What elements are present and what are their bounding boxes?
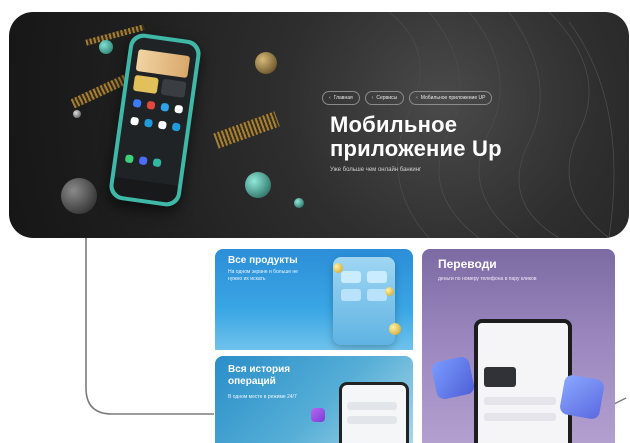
breadcrumb: ‹ Главная ‹ Сервисы ‹ Мобильное приложение … bbox=[322, 91, 493, 105]
transfer-card-tile bbox=[484, 367, 516, 387]
phone-app-icon bbox=[171, 122, 181, 132]
page-title: Мобильное приложение Up bbox=[330, 113, 610, 161]
product-tile bbox=[367, 289, 387, 301]
phone-app-icon bbox=[160, 102, 170, 112]
contact-badge bbox=[430, 355, 476, 401]
gold-coin-decoration bbox=[389, 323, 401, 335]
gold-coin-decoration bbox=[385, 287, 394, 296]
transfer-form-row bbox=[484, 413, 556, 421]
sphere-decoration bbox=[245, 172, 271, 198]
card-description-line: На одном экране и больше не bbox=[228, 269, 298, 275]
phone-illustration bbox=[339, 382, 409, 443]
card-title: Переводи bbox=[438, 257, 497, 271]
breadcrumb-label: Мобильное приложение UP bbox=[420, 95, 486, 101]
phone-app-icon bbox=[132, 98, 142, 108]
card-description: На одном экране и больше не нужно их иск… bbox=[228, 269, 298, 283]
hero-banner: ‹ Главная ‹ Сервисы ‹ Мобильное приложение … bbox=[9, 12, 629, 238]
history-row bbox=[347, 416, 397, 424]
transfer-form-row bbox=[484, 397, 556, 405]
breadcrumb-link-services[interactable]: ‹ Сервисы bbox=[364, 91, 405, 105]
phone-app-icon bbox=[157, 120, 167, 130]
card-description: деньги по номеру телефона в пару кликов bbox=[438, 276, 537, 282]
breadcrumb-link-home[interactable]: ‹ Главная bbox=[322, 91, 360, 105]
phone-app-icon bbox=[146, 100, 156, 110]
feature-card-products[interactable]: Все продукты На одном экране и больше не… bbox=[215, 249, 413, 350]
card-title: Вся история операций bbox=[228, 364, 290, 388]
history-row bbox=[347, 402, 397, 410]
breadcrumb-label: Сервисы bbox=[376, 95, 398, 101]
phone-app-icon bbox=[152, 158, 162, 168]
sphere-decoration bbox=[294, 198, 304, 208]
chevron-left-icon: ‹ bbox=[329, 95, 331, 101]
sphere-decoration bbox=[61, 178, 97, 214]
card-title-line: Вся история bbox=[228, 364, 291, 375]
phone-app-icon bbox=[174, 104, 184, 114]
page-title-line: приложение Up bbox=[330, 136, 502, 161]
page-title-line: Мобильное bbox=[330, 112, 458, 137]
phone-card-tile bbox=[160, 78, 187, 98]
phone-app-icon bbox=[138, 156, 148, 166]
card-description-line: нужно их искать bbox=[228, 276, 266, 282]
phone-app-icon bbox=[143, 118, 154, 128]
feature-card-transfers[interactable]: Переводи деньги по номеру телефона в пар… bbox=[422, 249, 615, 443]
chevron-left-icon: ‹ bbox=[371, 95, 374, 101]
breadcrumb-label: Главная bbox=[333, 95, 353, 101]
card-description: В одном месте в режиме 24/7 bbox=[228, 394, 297, 400]
app-icon-badge bbox=[311, 408, 325, 422]
contact-badge bbox=[558, 373, 606, 421]
sphere-decoration bbox=[73, 110, 81, 118]
card-title: Все продукты bbox=[228, 255, 298, 266]
product-tile bbox=[341, 271, 361, 283]
feature-card-history[interactable]: Вся история операций В одном месте в реж… bbox=[215, 356, 413, 443]
phone-card-tile bbox=[135, 49, 191, 79]
phone-tab-bar bbox=[112, 176, 179, 204]
sphere-decoration bbox=[255, 52, 277, 74]
product-tile bbox=[367, 271, 387, 283]
phone-app-icon bbox=[124, 154, 134, 164]
page-subtitle: Уже больше чем онлайн банкинг bbox=[330, 167, 422, 173]
gold-coin-decoration bbox=[333, 263, 343, 273]
phone-card-tile bbox=[132, 74, 159, 94]
chevron-left-icon: ‹ bbox=[416, 95, 418, 101]
product-tile bbox=[341, 289, 361, 301]
breadcrumb-current[interactable]: ‹ Мобильное приложение UP bbox=[409, 91, 493, 105]
card-title-line: операций bbox=[228, 376, 276, 387]
sphere-decoration bbox=[99, 40, 113, 54]
phone-app-icon bbox=[130, 116, 140, 126]
